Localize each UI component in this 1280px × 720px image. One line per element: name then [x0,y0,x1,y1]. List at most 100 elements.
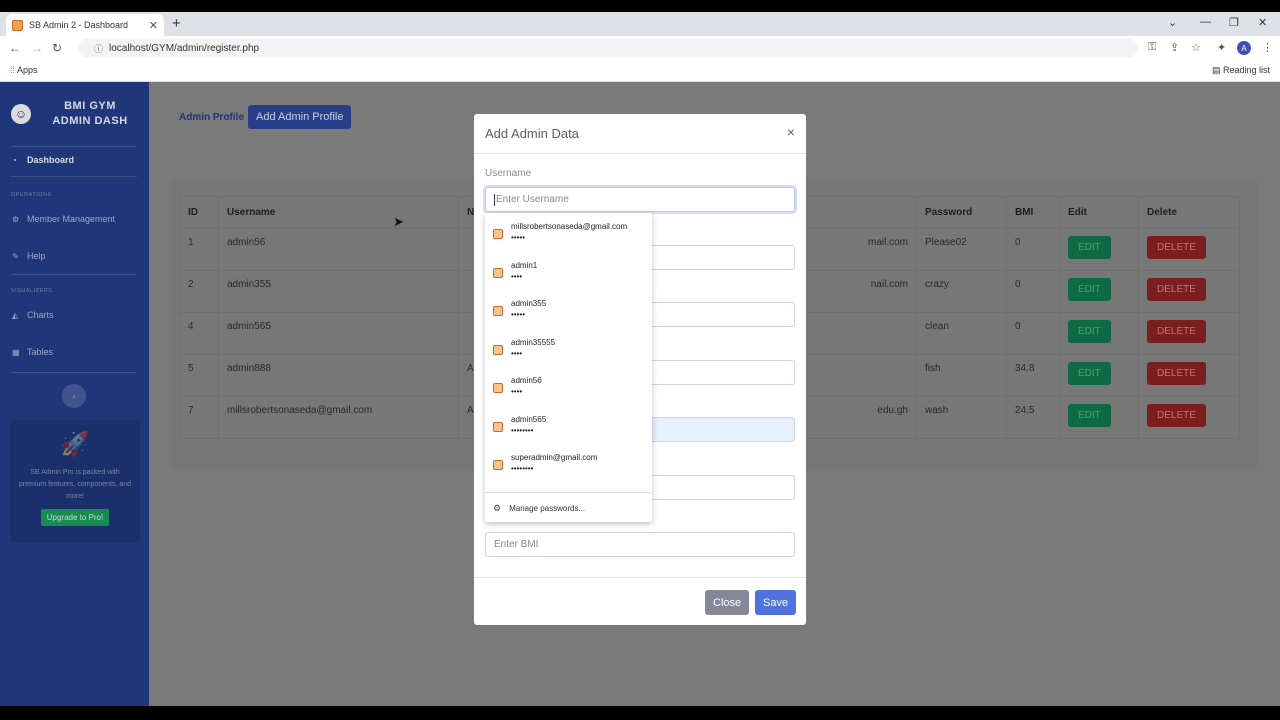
address-bar[interactable]: ⓘ localhost/GYM/admin/register.php [78,39,1138,57]
col-username: Username [218,196,459,229]
restore-icon[interactable]: ❐ [1229,16,1239,29]
col-id: ID [179,196,219,229]
cell-bmi: 24.5 [1006,396,1060,439]
minimize-icon[interactable]: — [1200,16,1211,28]
credential-password-mask: •••••••• [511,426,534,435]
saved-credential-item[interactable]: superadmin@gmail.com •••••••• [485,447,652,485]
rocket-icon: 🚀 [60,431,90,458]
share-icon[interactable]: ⇪ [1170,41,1179,54]
browser-tab[interactable]: SB Admin 2 - Dashboard ✕ [6,14,164,36]
window-close-icon[interactable]: ✕ [1258,16,1267,29]
new-tab-icon[interactable]: + [172,15,181,32]
sidebar-item-charts[interactable]: ◭ Charts [12,310,54,320]
saved-credential-item[interactable]: admin35555 •••• [485,332,652,370]
sidebar-item-help[interactable]: ✎ Help [12,251,46,261]
cell-password: wash [916,396,1007,439]
apps-shortcut[interactable]: ⁞⁞ Apps [10,65,38,75]
edit-button[interactable]: EDIT [1068,278,1111,301]
cell-delete: DELETE [1138,354,1240,397]
cell-password: clean [916,312,1007,355]
cell-username: admin565 [218,312,459,355]
tab-search-icon[interactable]: ⌄ [1168,16,1177,29]
saved-credential-item[interactable]: admin565 •••••••• [485,409,652,447]
edit-button[interactable]: EDIT [1068,320,1111,343]
info-icon[interactable]: ⓘ [94,42,103,55]
upgrade-button[interactable]: Upgrade to Pro! [40,509,110,526]
saved-credential-item[interactable]: admin1 •••• [485,255,652,293]
wrench-icon: ✎ [12,251,19,261]
forward-icon[interactable]: → [31,41,43,55]
delete-button[interactable]: DELETE [1147,320,1206,343]
key-icon [493,345,503,355]
cell-bmi: 0 [1006,228,1060,271]
star-icon[interactable]: ☆ [1191,41,1201,54]
edit-button[interactable]: EDIT [1068,362,1111,385]
sidebar-item-dashboard[interactable]: ◔ Dashboard [12,155,74,165]
col-bmi: BMI [1006,196,1060,229]
tab-title: SB Admin 2 - Dashboard [29,20,129,30]
key-icon [493,383,503,393]
key-icon [493,306,503,316]
username-input[interactable]: Enter Username [485,187,795,212]
cell-bmi: 34.8 [1006,354,1060,397]
edit-button[interactable]: EDIT [1068,236,1111,259]
saved-credential-item[interactable]: admin56 •••• [485,370,652,408]
cell-password: Please02 [916,228,1007,271]
close-button[interactable]: Close [705,590,750,615]
delete-button[interactable]: DELETE [1147,404,1206,427]
save-button[interactable]: Save [755,590,797,615]
edit-button[interactable]: EDIT [1068,404,1111,427]
modal-footer: Close Save [474,577,806,625]
sidebar-item-label: Dashboard [27,155,75,165]
tachometer-icon: ◔ [12,155,17,165]
bmi-input[interactable]: Enter BMI [485,532,795,557]
profile-avatar[interactable]: A [1237,41,1251,55]
bmi-placeholder: Enter BMI [494,539,539,550]
credential-username: superadmin@gmail.com [511,453,598,462]
reload-icon[interactable]: ↻ [52,41,62,55]
credential-password-mask: •••• [511,387,523,396]
credential-username: admin56 [511,376,542,385]
credential-password-mask: ••••• [511,233,526,242]
delete-button[interactable]: DELETE [1147,362,1206,385]
extensions-icon[interactable]: ✦ [1217,41,1226,54]
credential-username: millsrobertsonaseda@gmail.com [511,222,628,231]
username-label: Username [485,168,532,179]
back-icon[interactable]: ← [9,41,21,55]
sidebar-divider [11,372,137,373]
tab-close-icon[interactable]: ✕ [149,19,158,32]
sidebar: ☺ BMI GYM ADMIN DASH ◔ Dashboard OPERATI… [0,82,149,706]
saved-credential-item[interactable]: admin355 ••••• [485,293,652,331]
add-admin-profile-button[interactable]: Add Admin Profile [248,105,352,129]
sidebar-toggle-button[interactable]: ‹ [62,384,86,408]
cell-delete: DELETE [1138,396,1240,439]
cell-username: admin56 [218,228,459,271]
admin-profile-link[interactable]: Admin Profile [179,112,244,123]
modal-close-icon[interactable]: × [787,124,795,140]
promo-text: SB Admin Pro is packed with premium feat… [18,469,132,500]
delete-button[interactable]: DELETE [1147,278,1206,301]
sidebar-item-label: Member Management [27,214,116,224]
sidebar-item-label: Charts [27,310,54,320]
cell-edit: EDIT [1059,270,1139,313]
modal-header: Add Admin Data × [474,114,806,154]
key-icon[interactable]: ⚿ [1148,41,1156,54]
credential-password-mask: •••• [511,349,523,358]
cell-id: 1 [179,228,219,271]
reading-list[interactable]: ▤ Reading list [1212,65,1270,76]
sidebar-divider [11,176,137,177]
modal-title: Add Admin Data [485,126,579,141]
sidebar-item-tables[interactable]: ▦ Tables [12,347,53,357]
cell-edit: EDIT [1059,312,1139,355]
mouse-cursor-icon: ➤ [393,214,404,229]
menu-icon[interactable]: ⋮ [1262,41,1273,54]
sidebar-brand[interactable]: ☺ BMI GYM ADMIN DASH [0,82,149,146]
key-icon [493,229,503,239]
credential-username: admin565 [511,415,547,424]
cell-bmi: 0 [1006,270,1060,313]
saved-credential-item[interactable]: millsrobertsonaseda@gmail.com ••••• [485,216,652,254]
credential-password-mask: ••••• [511,310,526,319]
manage-passwords-item[interactable]: ⚙ Manage passwords... [493,503,585,514]
sidebar-item-member-management[interactable]: ⚙ Member Management [12,214,115,224]
delete-button[interactable]: DELETE [1147,236,1206,259]
